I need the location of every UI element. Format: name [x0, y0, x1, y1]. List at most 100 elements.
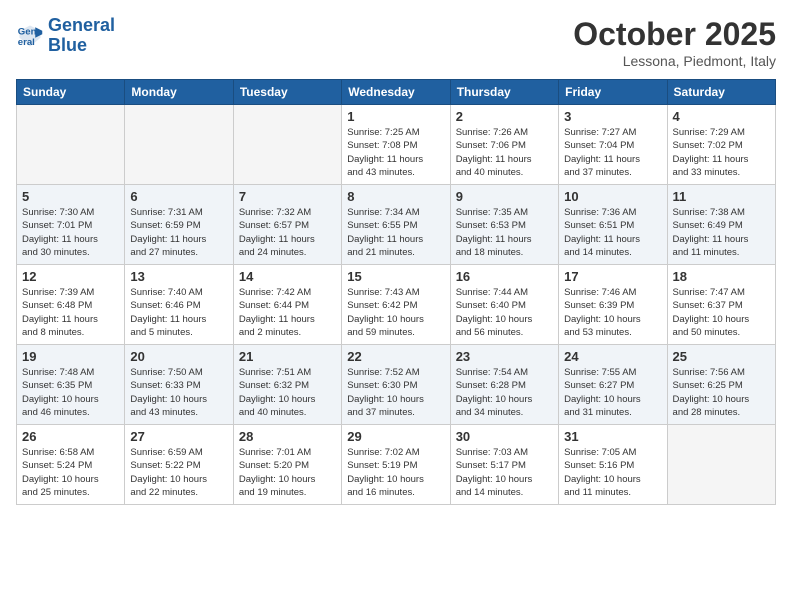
- day-info: Sunrise: 7:44 AM Sunset: 6:40 PM Dayligh…: [456, 286, 553, 339]
- day-info: Sunrise: 7:48 AM Sunset: 6:35 PM Dayligh…: [22, 366, 119, 419]
- logo-line2: Blue: [48, 35, 87, 55]
- day-number: 2: [456, 109, 553, 124]
- day-info: Sunrise: 7:32 AM Sunset: 6:57 PM Dayligh…: [239, 206, 336, 259]
- day-info: Sunrise: 7:36 AM Sunset: 6:51 PM Dayligh…: [564, 206, 661, 259]
- day-number: 12: [22, 269, 119, 284]
- day-number: 8: [347, 189, 444, 204]
- calendar-week-3: 12 Sunrise: 7:39 AM Sunset: 6:48 PM Dayli…: [17, 265, 776, 345]
- calendar-cell: 15 Sunrise: 7:43 AM Sunset: 6:42 PM Dayli…: [342, 265, 450, 345]
- calendar-cell: 16 Sunrise: 7:44 AM Sunset: 6:40 PM Dayli…: [450, 265, 558, 345]
- calendar-cell: 28 Sunrise: 7:01 AM Sunset: 5:20 PM Dayli…: [233, 425, 341, 505]
- calendar-cell: 8 Sunrise: 7:34 AM Sunset: 6:55 PM Daylig…: [342, 185, 450, 265]
- day-info: Sunrise: 7:39 AM Sunset: 6:48 PM Dayligh…: [22, 286, 119, 339]
- calendar-cell: 11Sunrise: 7:38 AM Sunset: 6:49 PM Dayli…: [667, 185, 775, 265]
- logo: Gen eral General Blue: [16, 16, 115, 56]
- day-number: 20: [130, 349, 227, 364]
- day-number: 17: [564, 269, 661, 284]
- calendar-cell: 18 Sunrise: 7:47 AM Sunset: 6:37 PM Dayli…: [667, 265, 775, 345]
- day-number: 23: [456, 349, 553, 364]
- day-number: 19: [22, 349, 119, 364]
- day-info: Sunrise: 7:54 AM Sunset: 6:28 PM Dayligh…: [456, 366, 553, 419]
- calendar-cell: 3 Sunrise: 7:27 AM Sunset: 7:04 PM Daylig…: [559, 105, 667, 185]
- day-number: 22: [347, 349, 444, 364]
- day-number: 26: [22, 429, 119, 444]
- day-info: Sunrise: 7:31 AM Sunset: 6:59 PM Dayligh…: [130, 206, 227, 259]
- day-info: Sunrise: 7:56 AM Sunset: 6:25 PM Dayligh…: [673, 366, 770, 419]
- calendar-cell: 24 Sunrise: 7:55 AM Sunset: 6:27 PM Dayli…: [559, 345, 667, 425]
- calendar-cell: 22 Sunrise: 7:52 AM Sunset: 6:30 PM Dayli…: [342, 345, 450, 425]
- calendar-cell: 31Sunrise: 7:05 AM Sunset: 5:16 PM Dayli…: [559, 425, 667, 505]
- logo-text: General Blue: [48, 16, 115, 56]
- calendar-cell: 13Sunrise: 7:40 AM Sunset: 6:46 PM Dayli…: [125, 265, 233, 345]
- day-number: 3: [564, 109, 661, 124]
- day-number: 30: [456, 429, 553, 444]
- calendar-cell: [667, 425, 775, 505]
- calendar-cell: 17 Sunrise: 7:46 AM Sunset: 6:39 PM Dayli…: [559, 265, 667, 345]
- weekday-header-thursday: Thursday: [450, 80, 558, 105]
- day-info: Sunrise: 6:58 AM Sunset: 5:24 PM Dayligh…: [22, 446, 119, 499]
- day-number: 15: [347, 269, 444, 284]
- calendar-cell: [17, 105, 125, 185]
- weekday-header-monday: Monday: [125, 80, 233, 105]
- calendar-week-5: 26 Sunrise: 6:58 AM Sunset: 5:24 PM Dayli…: [17, 425, 776, 505]
- calendar-cell: 12 Sunrise: 7:39 AM Sunset: 6:48 PM Dayli…: [17, 265, 125, 345]
- day-number: 24: [564, 349, 661, 364]
- calendar-cell: 23 Sunrise: 7:54 AM Sunset: 6:28 PM Dayli…: [450, 345, 558, 425]
- day-info: Sunrise: 7:34 AM Sunset: 6:55 PM Dayligh…: [347, 206, 444, 259]
- calendar-cell: 5 Sunrise: 7:30 AM Sunset: 7:01 PM Daylig…: [17, 185, 125, 265]
- day-info: Sunrise: 7:46 AM Sunset: 6:39 PM Dayligh…: [564, 286, 661, 339]
- day-info: Sunrise: 6:59 AM Sunset: 5:22 PM Dayligh…: [130, 446, 227, 499]
- calendar-cell: 1Sunrise: 7:25 AM Sunset: 7:08 PM Daylig…: [342, 105, 450, 185]
- calendar-cell: 6 Sunrise: 7:31 AM Sunset: 6:59 PM Daylig…: [125, 185, 233, 265]
- day-number: 18: [673, 269, 770, 284]
- page-header: Gen eral General Blue October 2025 Lesso…: [16, 16, 776, 69]
- svg-text:Gen: Gen: [18, 26, 37, 37]
- day-info: Sunrise: 7:30 AM Sunset: 7:01 PM Dayligh…: [22, 206, 119, 259]
- calendar-cell: 4Sunrise: 7:29 AM Sunset: 7:02 PM Daylig…: [667, 105, 775, 185]
- calendar-cell: 10Sunrise: 7:36 AM Sunset: 6:51 PM Dayli…: [559, 185, 667, 265]
- day-info: Sunrise: 7:43 AM Sunset: 6:42 PM Dayligh…: [347, 286, 444, 339]
- day-number: 16: [456, 269, 553, 284]
- day-info: Sunrise: 7:27 AM Sunset: 7:04 PM Dayligh…: [564, 126, 661, 179]
- day-number: 29: [347, 429, 444, 444]
- day-info: Sunrise: 7:51 AM Sunset: 6:32 PM Dayligh…: [239, 366, 336, 419]
- day-info: Sunrise: 7:55 AM Sunset: 6:27 PM Dayligh…: [564, 366, 661, 419]
- location-subtitle: Lessona, Piedmont, Italy: [573, 53, 776, 69]
- calendar-cell: [233, 105, 341, 185]
- day-number: 5: [22, 189, 119, 204]
- calendar-cell: 21Sunrise: 7:51 AM Sunset: 6:32 PM Dayli…: [233, 345, 341, 425]
- day-number: 9: [456, 189, 553, 204]
- day-info: Sunrise: 7:47 AM Sunset: 6:37 PM Dayligh…: [673, 286, 770, 339]
- day-number: 28: [239, 429, 336, 444]
- calendar-cell: 26 Sunrise: 6:58 AM Sunset: 5:24 PM Dayli…: [17, 425, 125, 505]
- calendar-cell: 27 Sunrise: 6:59 AM Sunset: 5:22 PM Dayli…: [125, 425, 233, 505]
- day-info: Sunrise: 7:25 AM Sunset: 7:08 PM Dayligh…: [347, 126, 444, 179]
- day-info: Sunrise: 7:05 AM Sunset: 5:16 PM Dayligh…: [564, 446, 661, 499]
- weekday-header-wednesday: Wednesday: [342, 80, 450, 105]
- calendar-cell: 7Sunrise: 7:32 AM Sunset: 6:57 PM Daylig…: [233, 185, 341, 265]
- day-info: Sunrise: 7:35 AM Sunset: 6:53 PM Dayligh…: [456, 206, 553, 259]
- calendar-cell: 20 Sunrise: 7:50 AM Sunset: 6:33 PM Dayli…: [125, 345, 233, 425]
- calendar-cell: [125, 105, 233, 185]
- day-number: 6: [130, 189, 227, 204]
- calendar-cell: 14Sunrise: 7:42 AM Sunset: 6:44 PM Dayli…: [233, 265, 341, 345]
- logo-line1: General: [48, 15, 115, 35]
- weekday-header-friday: Friday: [559, 80, 667, 105]
- calendar-cell: 25 Sunrise: 7:56 AM Sunset: 6:25 PM Dayli…: [667, 345, 775, 425]
- svg-text:eral: eral: [18, 37, 35, 48]
- day-info: Sunrise: 7:50 AM Sunset: 6:33 PM Dayligh…: [130, 366, 227, 419]
- day-number: 27: [130, 429, 227, 444]
- calendar-cell: 29 Sunrise: 7:02 AM Sunset: 5:19 PM Dayli…: [342, 425, 450, 505]
- weekday-header-row: SundayMondayTuesdayWednesdayThursdayFrid…: [17, 80, 776, 105]
- day-number: 25: [673, 349, 770, 364]
- weekday-header-tuesday: Tuesday: [233, 80, 341, 105]
- day-info: Sunrise: 7:01 AM Sunset: 5:20 PM Dayligh…: [239, 446, 336, 499]
- calendar-cell: 19 Sunrise: 7:48 AM Sunset: 6:35 PM Dayli…: [17, 345, 125, 425]
- day-info: Sunrise: 7:52 AM Sunset: 6:30 PM Dayligh…: [347, 366, 444, 419]
- logo-icon: Gen eral: [16, 22, 44, 50]
- day-info: Sunrise: 7:29 AM Sunset: 7:02 PM Dayligh…: [673, 126, 770, 179]
- calendar-week-4: 19 Sunrise: 7:48 AM Sunset: 6:35 PM Dayli…: [17, 345, 776, 425]
- month-title: October 2025: [573, 16, 776, 53]
- calendar-week-2: 5 Sunrise: 7:30 AM Sunset: 7:01 PM Daylig…: [17, 185, 776, 265]
- day-info: Sunrise: 7:02 AM Sunset: 5:19 PM Dayligh…: [347, 446, 444, 499]
